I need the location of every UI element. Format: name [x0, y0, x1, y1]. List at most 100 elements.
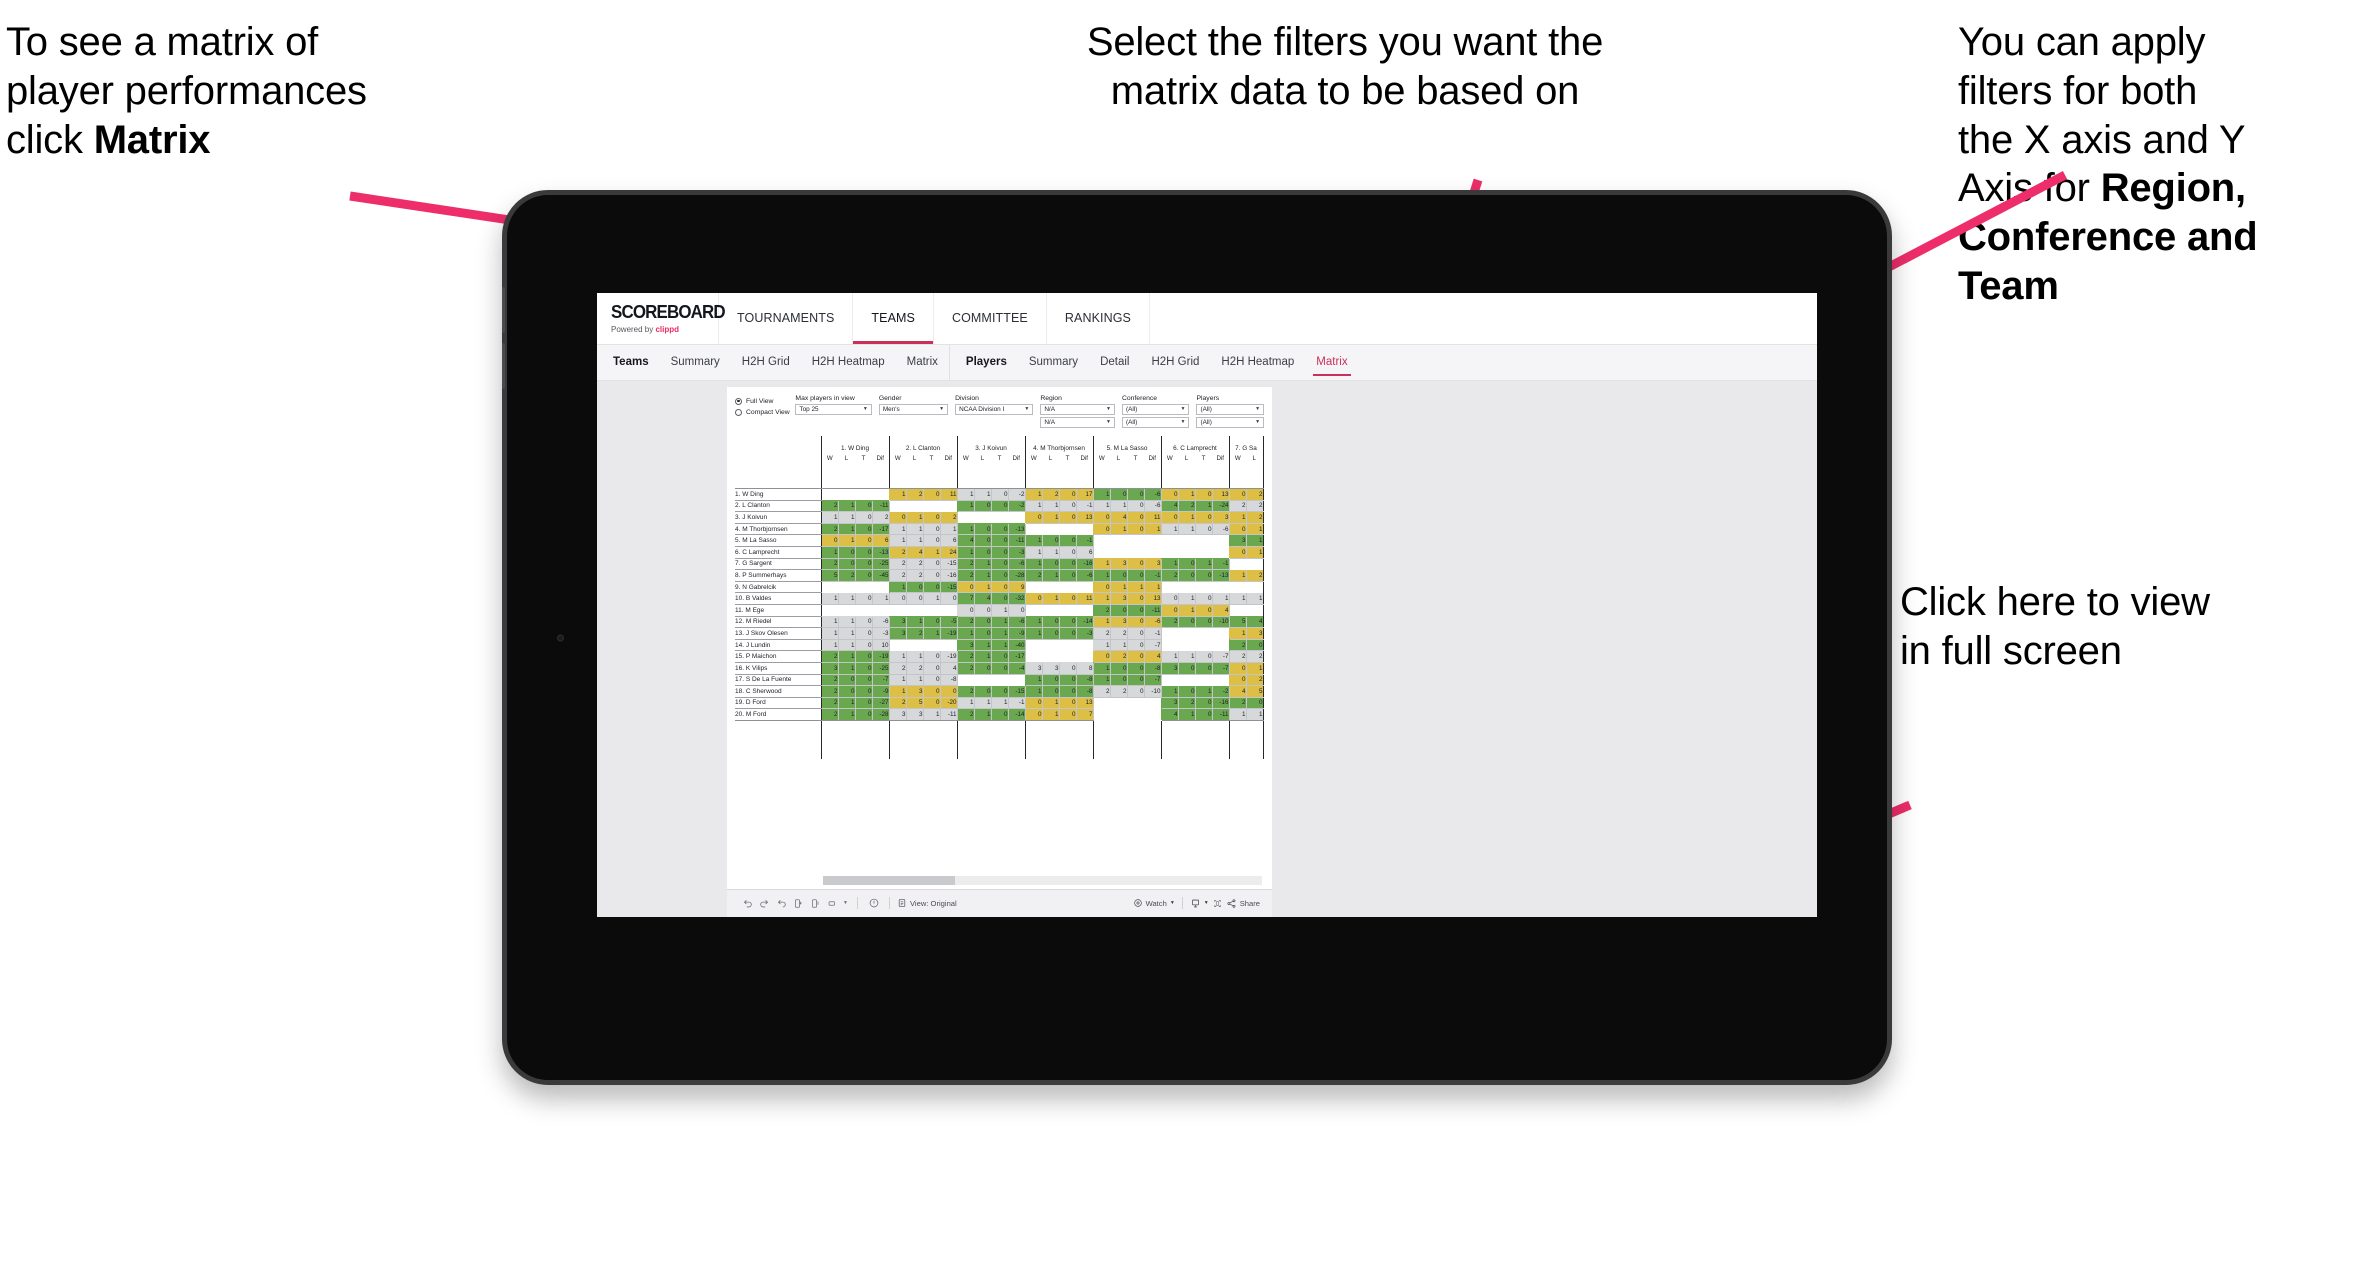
subnav-players-h2h-grid[interactable]: H2H Grid: [1140, 345, 1210, 380]
matrix-data-cell[interactable]: 0: [837, 673, 856, 687]
matrix-data-cell[interactable]: 0: [1177, 557, 1196, 571]
matrix-data-cell[interactable]: 3: [888, 627, 907, 640]
table-row[interactable]: 11. M Ege 0 0 1 0 2 0 0 -11 0 1 0 4: [735, 603, 1264, 617]
matrix-data-cell[interactable]: 3: [1024, 661, 1043, 675]
matrix-data-cell[interactable]: [974, 511, 991, 524]
matrix-data-cell[interactable]: 1: [922, 708, 941, 721]
matrix-data-cell[interactable]: 0: [854, 661, 873, 675]
matrix-data-cell[interactable]: [1076, 581, 1093, 593]
select-conference-y[interactable]: (All) ▼: [1121, 416, 1190, 428]
matrix-data-cell[interactable]: [906, 500, 923, 512]
matrix-data-cell[interactable]: 3: [1160, 696, 1179, 710]
matrix-data-cell[interactable]: 1: [1245, 545, 1264, 559]
select-players-x[interactable]: (All) ▼: [1196, 403, 1265, 415]
matrix-data-cell[interactable]: 1: [1041, 592, 1060, 605]
matrix-data-cell[interactable]: [940, 639, 957, 651]
matrix-data-cell[interactable]: -9: [1007, 627, 1026, 640]
matrix-data-cell[interactable]: 0: [1194, 511, 1213, 524]
matrix-data-cell[interactable]: [1160, 534, 1178, 547]
select-gender[interactable]: Men's ▼: [878, 403, 949, 415]
matrix-data-cell[interactable]: 0: [1024, 592, 1043, 605]
matrix-data-cell[interactable]: 0: [1177, 615, 1196, 629]
share-button[interactable]: Share: [1226, 898, 1260, 909]
table-row[interactable]: 3. J Koivun 1 1 0 2 0 1 0 2 0 1 0 13 0 4 0 11 0 1 0 3 1 2: [735, 511, 1264, 524]
matrix-data-cell[interactable]: 0: [990, 522, 1009, 536]
table-row[interactable]: 10. B Valdes 1 1 0 1 0 0 1 0 7 4 0 -32 0 1 0 11 1 3 0 13 0 1 0 1…: [735, 592, 1264, 605]
matrix-data-cell[interactable]: 1: [837, 638, 856, 652]
matrix-data-cell[interactable]: 1: [973, 557, 992, 571]
matrix-data-cell[interactable]: -20: [939, 696, 958, 710]
matrix-data-cell[interactable]: 0: [1177, 569, 1196, 582]
matrix-data-cell[interactable]: 0: [854, 522, 873, 536]
scrollbar-thumb[interactable]: [823, 875, 955, 885]
matrix-data-cell[interactable]: 0: [854, 638, 873, 652]
matrix-data-cell[interactable]: 1: [956, 499, 975, 513]
matrix-data-cell[interactable]: [1228, 604, 1246, 617]
matrix-data-cell[interactable]: 0: [922, 673, 941, 687]
matrix-data-cell[interactable]: [1228, 558, 1246, 570]
matrix-data-cell[interactable]: 5: [905, 696, 924, 710]
matrix-data-cell[interactable]: 0: [1041, 627, 1060, 640]
matrix-data-cell[interactable]: 0: [1092, 522, 1111, 536]
matrix-data-cell[interactable]: 1: [973, 488, 992, 501]
matrix-data-cell[interactable]: 2: [837, 569, 856, 582]
matrix-data-cell[interactable]: -7: [1211, 661, 1230, 675]
matrix-data-cell[interactable]: 1: [1024, 545, 1043, 559]
matrix-data-cell[interactable]: 0: [1228, 661, 1247, 675]
matrix-data-cell[interactable]: -5: [939, 615, 958, 629]
matrix-data-cell[interactable]: -17: [871, 522, 890, 536]
dropdown-caret-icon[interactable]: ▼: [841, 895, 850, 912]
matrix-data-cell[interactable]: 2: [820, 685, 839, 698]
matrix-data-cell[interactable]: 0: [939, 592, 958, 605]
matrix-row-label[interactable]: 5. M La Sasso: [735, 534, 821, 547]
matrix-data-cell[interactable]: 5: [1245, 685, 1264, 698]
matrix-data-cell[interactable]: 0: [1058, 615, 1077, 629]
matrix-data-cell[interactable]: 0: [854, 696, 873, 710]
matrix-data-cell[interactable]: 0: [1126, 488, 1145, 501]
matrix-data-cell[interactable]: 1: [1160, 685, 1179, 698]
matrix-data-cell[interactable]: [1076, 639, 1093, 651]
table-row[interactable]: 7. G Sargent 2 0 0 -25 2 2 0 -15 2 1 0 -6 1 0 0 -16 1 3 0 3 1…: [735, 557, 1264, 571]
matrix-data-cell[interactable]: -8: [1075, 685, 1094, 698]
radio-full-view[interactable]: Full View: [735, 397, 795, 405]
matrix-data-cell[interactable]: 2: [1245, 673, 1264, 687]
matrix-data-cell[interactable]: 0: [990, 580, 1009, 594]
subnav-players-summary[interactable]: Summary: [1018, 345, 1089, 380]
matrix-data-cell[interactable]: 3: [1109, 615, 1128, 629]
matrix-data-cell[interactable]: 1: [837, 615, 856, 629]
matrix-data-cell[interactable]: -4: [1007, 661, 1026, 675]
matrix-data-cell[interactable]: -7: [871, 673, 890, 687]
matrix-data-cell[interactable]: 0: [956, 603, 975, 617]
matrix-data-cell[interactable]: 1: [1143, 580, 1162, 594]
matrix-data-cell[interactable]: 1: [1109, 580, 1128, 594]
matrix-data-cell[interactable]: 1: [1041, 696, 1060, 710]
matrix-data-cell[interactable]: 0: [1058, 557, 1077, 571]
matrix-column-header[interactable]: 4. M Thorbjornsen: [1024, 435, 1093, 452]
matrix-data-cell[interactable]: [838, 581, 855, 593]
matrix-data-cell[interactable]: 0: [1160, 511, 1179, 524]
matrix-data-cell[interactable]: 1: [990, 638, 1009, 652]
matrix-data-cell[interactable]: 2: [1245, 499, 1264, 513]
matrix-data-cell[interactable]: [906, 639, 923, 651]
matrix-data-cell[interactable]: -8: [1143, 661, 1162, 675]
horizontal-scrollbar[interactable]: [823, 875, 1262, 885]
undo-icon[interactable]: [739, 895, 756, 912]
matrix-data-cell[interactable]: 0: [1126, 499, 1145, 513]
matrix-data-cell[interactable]: 1: [1024, 627, 1043, 640]
matrix-data-cell[interactable]: 1: [1194, 557, 1213, 571]
matrix-data-cell[interactable]: [940, 500, 957, 512]
matrix-data-cell[interactable]: 0: [1194, 708, 1213, 721]
matrix-data-cell[interactable]: 5: [820, 569, 839, 582]
matrix-data-cell[interactable]: 0: [1228, 522, 1247, 536]
matrix-data-cell[interactable]: 2: [905, 661, 924, 675]
matrix-data-cell[interactable]: 0: [1177, 685, 1196, 698]
matrix-data-cell[interactable]: -28: [871, 708, 890, 721]
matrix-column-header[interactable]: 3. J Koivun: [956, 435, 1025, 452]
matrix-data-cell[interactable]: 0: [1058, 511, 1077, 524]
matrix-data-cell[interactable]: -8: [1075, 673, 1094, 687]
matrix-data-cell[interactable]: -2: [1211, 685, 1230, 698]
matrix-data-cell[interactable]: [1246, 581, 1264, 593]
matrix-data-cell[interactable]: 0: [905, 592, 924, 605]
matrix-column-header[interactable]: 6. C Lamprecht: [1160, 435, 1229, 452]
matrix-row-label[interactable]: 15. P Maichon: [735, 650, 821, 663]
